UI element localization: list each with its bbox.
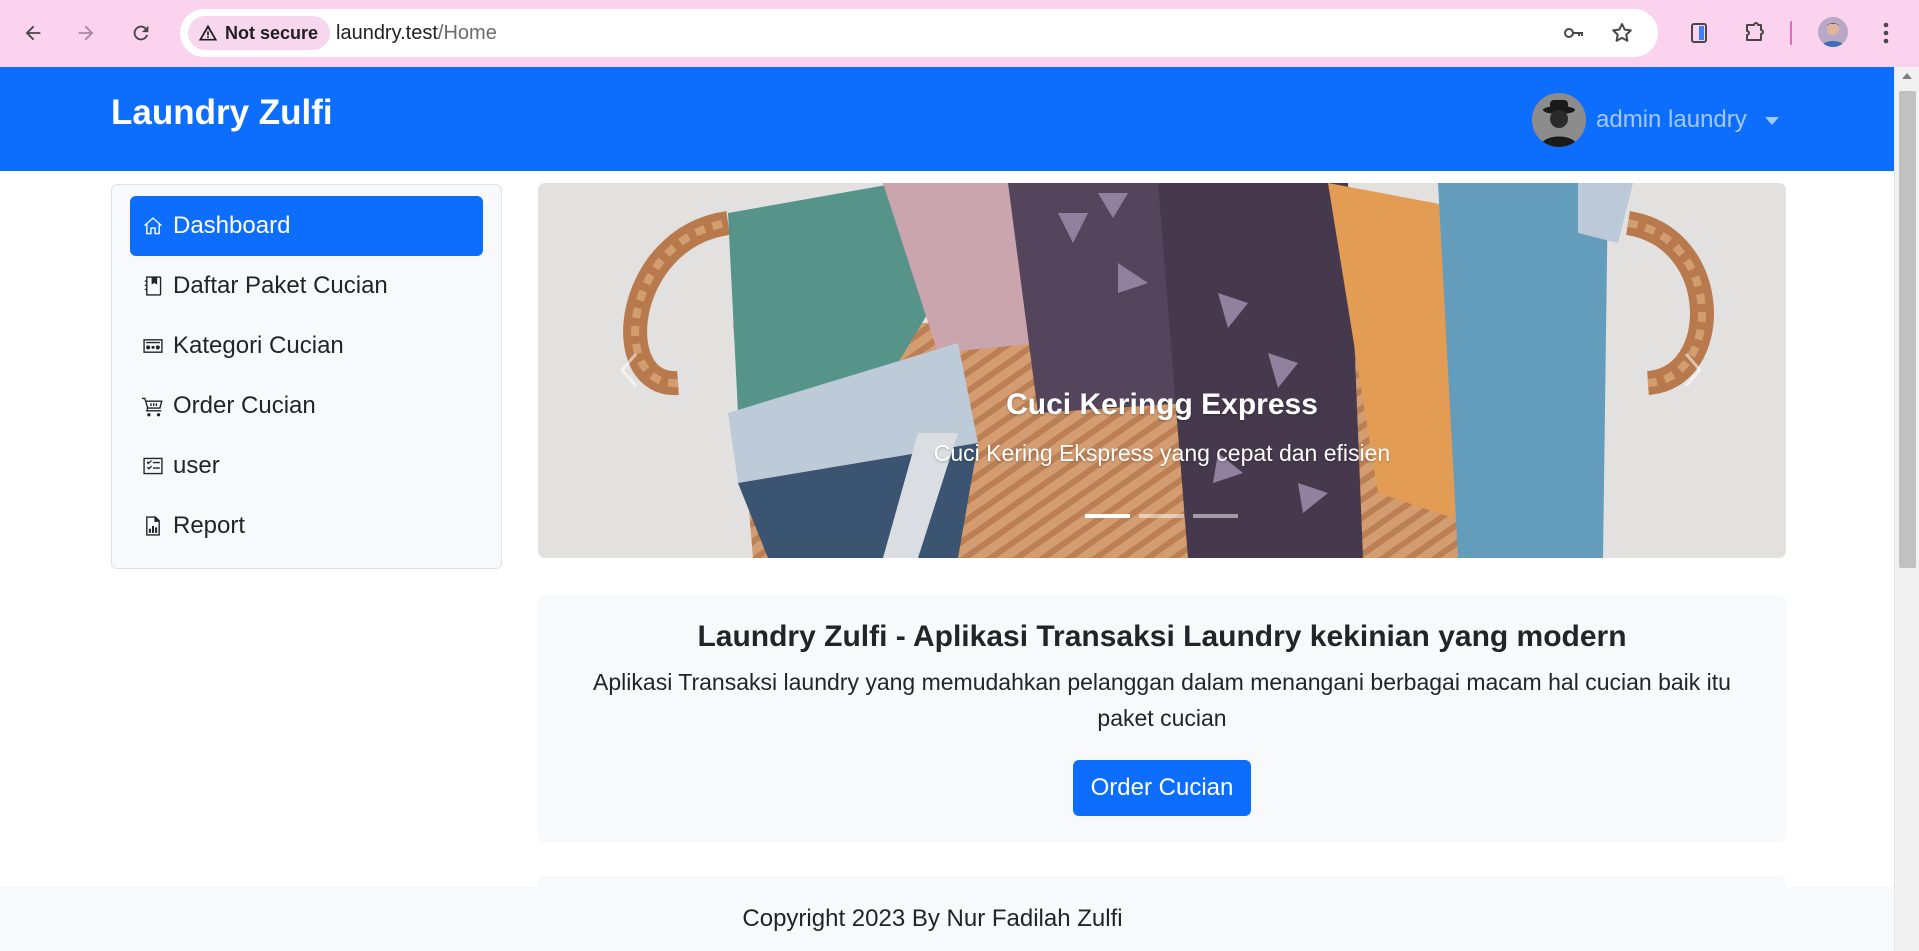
carousel-indicator[interactable] (1139, 514, 1184, 518)
carousel-indicator[interactable] (1085, 514, 1130, 518)
security-chip[interactable]: Not secure (188, 16, 331, 50)
reload-icon (133, 25, 149, 41)
carousel-caption: Cuci Keringg Express Cuci Kering Ekspres… (538, 388, 1786, 467)
arrow-left-icon (25, 25, 41, 41)
sidebar-item-label: Report (173, 512, 246, 539)
copyright-text: Copyright 2023 By Nur Fadilah Zulfi (742, 905, 1123, 932)
sidebar-item-daftar-paket-cucian[interactable]: Daftar Paket Cucian (130, 256, 483, 316)
journal-bookmark-icon (141, 274, 165, 298)
url-text[interactable]: laundry.test/Home (336, 9, 497, 57)
url-host: laundry.test (336, 22, 438, 44)
carousel-prev-button[interactable] (614, 347, 646, 393)
sidebar-item-report[interactable]: Report (130, 496, 483, 556)
sidebar-item-label: Order Cucian (173, 392, 316, 419)
key-icon[interactable] (1562, 21, 1586, 45)
carousel-title: Cuci Keringg Express (1006, 388, 1318, 421)
forward-button[interactable] (67, 14, 105, 52)
sidebar-item-label: Dashboard (173, 212, 291, 239)
puzzle-icon (1746, 22, 1764, 41)
sidebar-item-order-cucian[interactable]: Order Cucian (130, 376, 483, 436)
intro-title: Laundry Zulfi - Aplikasi Transaksi Laund… (697, 620, 1627, 653)
carousel-text: Cuci Kering Ekspress yang cepat dan efis… (933, 440, 1391, 466)
arrow-right-icon (78, 25, 94, 41)
star-icon[interactable] (1610, 21, 1634, 45)
extensions-button[interactable] (1738, 17, 1770, 49)
person-icon (1821, 23, 1845, 47)
warning-icon (198, 24, 218, 41)
hero-carousel: Cuci Keringg Express Cuci Kering Ekspres… (538, 183, 1786, 558)
carousel-indicators (1085, 514, 1238, 518)
brand-title[interactable]: Laundry Zulfi (111, 93, 333, 133)
sidebar-item-label: Daftar Paket Cucian (173, 272, 388, 299)
file-bar-chart-icon (141, 514, 165, 538)
sidebar-item-dashboard[interactable]: Dashboard (130, 196, 483, 256)
scrollbar-thumb[interactable] (1899, 91, 1916, 568)
caret-down-icon (1764, 117, 1779, 125)
chevron-left-icon (620, 353, 638, 387)
address-bar[interactable]: Not secure laundry.test/Home (180, 9, 1658, 57)
sidebar-item-label: user (173, 452, 220, 479)
username-label: admin laundry (1596, 106, 1747, 133)
order-cucian-button[interactable]: Order Cucian (1072, 760, 1252, 816)
user-avatar-icon (1532, 93, 1586, 147)
laundry-basket-image (538, 183, 1786, 558)
intro-card: Laundry Zulfi - Aplikasi Transaksi Laund… (538, 595, 1786, 842)
app-navbar: Laundry Zulfi admin laundry (0, 67, 1894, 171)
profile-avatar[interactable] (1818, 17, 1848, 47)
scroll-up-icon[interactable] (1902, 73, 1912, 79)
more-vert-icon[interactable] (1876, 17, 1896, 49)
cassette-icon (141, 334, 165, 358)
carousel-indicator[interactable] (1193, 514, 1238, 518)
user-dropdown[interactable]: admin laundry (1532, 93, 1779, 147)
cart-icon (141, 394, 165, 418)
card-checklist-icon (141, 454, 165, 478)
url-path: /Home (437, 22, 497, 44)
sidebar-nav: Dashboard Daftar Paket Cucian Kategori C… (111, 184, 502, 569)
page-scrollbar[interactable] (1894, 67, 1919, 951)
back-button[interactable] (14, 14, 52, 52)
sidebar-item-label: Kategori Cucian (173, 332, 344, 359)
sidebar-item-user[interactable]: user (130, 436, 483, 496)
toolbar-divider (1790, 21, 1792, 45)
page-footer: Copyright 2023 By Nur Fadilah Zulfi (0, 887, 1894, 951)
sidebar-item-kategori-cucian[interactable]: Kategori Cucian (130, 316, 483, 376)
intro-description: Aplikasi Transaksi laundry yang memudahk… (593, 669, 1731, 731)
user-avatar (1532, 93, 1586, 147)
reading-icon (1691, 23, 1707, 43)
reading-mode-button[interactable] (1683, 17, 1715, 49)
reload-button[interactable] (122, 14, 160, 52)
house-icon (141, 214, 165, 238)
security-label: Not secure (225, 22, 319, 43)
browser-toolbar: Not secure laundry.test/Home (0, 0, 1919, 67)
carousel-next-button[interactable] (1676, 347, 1708, 393)
chevron-right-icon (1684, 353, 1702, 387)
